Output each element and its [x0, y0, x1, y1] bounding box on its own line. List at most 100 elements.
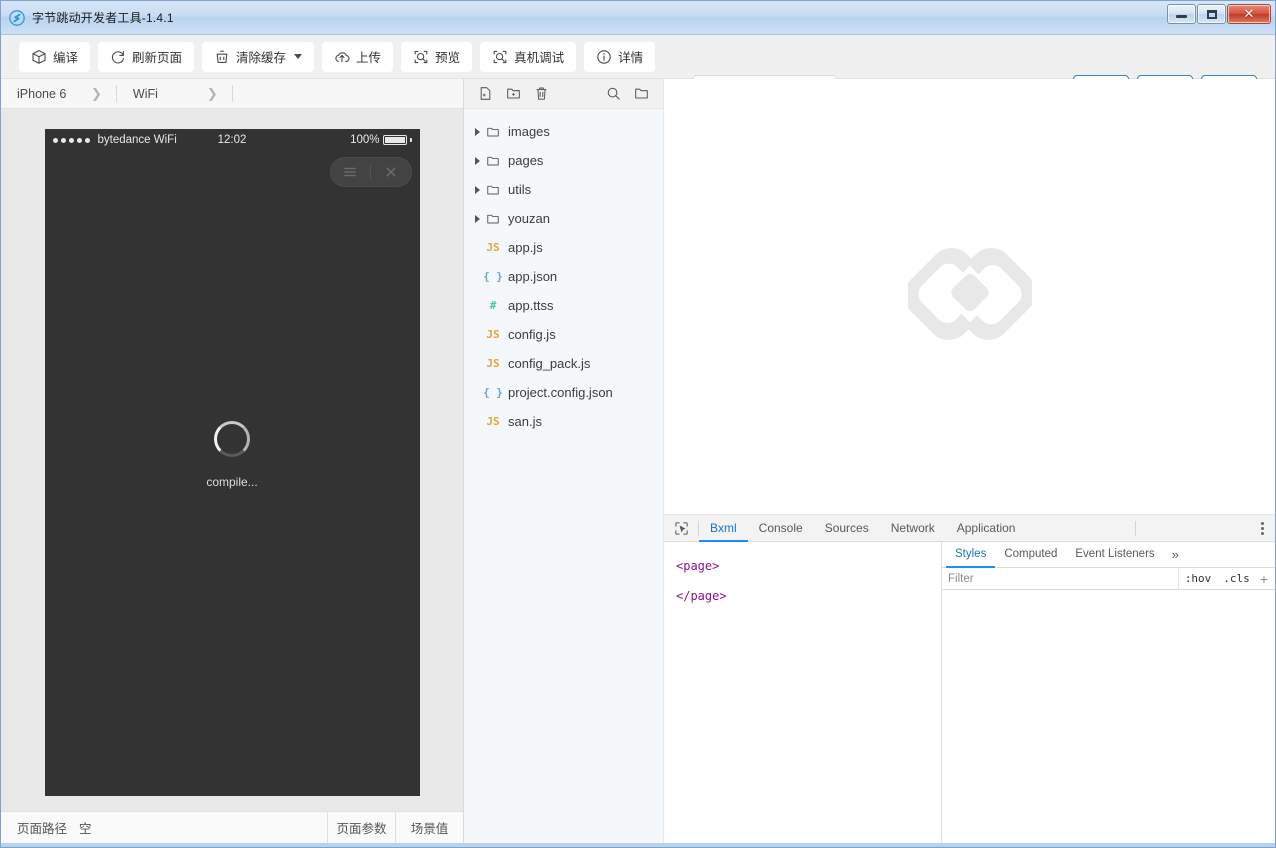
styles-tabbar: Styles Computed Event Listeners »	[942, 542, 1275, 568]
tree-item-app-ttss[interactable]: # app.ttss	[464, 291, 663, 320]
compile-button[interactable]: 编译	[19, 42, 90, 72]
new-folder-icon[interactable]	[506, 86, 521, 101]
expand-arrow-icon[interactable]	[471, 157, 483, 165]
device-select[interactable]: iPhone 6 ❯	[1, 79, 116, 108]
tree-item-config-js[interactable]: JS config.js	[464, 320, 663, 349]
tab-styles[interactable]: Styles	[946, 542, 995, 568]
simulator-panel: iPhone 6 ❯ WiFi ❯ bytedance WiFi	[1, 79, 464, 843]
battery-tip-icon	[410, 138, 412, 142]
maximize-button[interactable]	[1197, 4, 1226, 24]
tree-item-config-pack-js[interactable]: JS config_pack.js	[464, 349, 663, 378]
details-button[interactable]: 详情	[584, 42, 655, 72]
tree-item-label: app.json	[508, 269, 557, 284]
clear-cache-button-label: 清除缓存	[236, 47, 286, 66]
tree-item-label: config_pack.js	[508, 356, 590, 371]
clear-cache-button[interactable]: 清除缓存	[202, 42, 314, 72]
hov-toggle[interactable]: :hov	[1179, 572, 1218, 585]
network-select[interactable]: WiFi ❯	[117, 79, 232, 108]
tree-item-label: app.ttss	[508, 298, 554, 313]
divider	[1135, 521, 1136, 536]
minimize-button[interactable]	[1167, 4, 1196, 24]
window-title: 字节跳动开发者工具-1.4.1	[32, 9, 174, 26]
refresh-page-button[interactable]: 刷新页面	[98, 42, 194, 72]
tree-item-youzan[interactable]: youzan	[464, 204, 663, 233]
search-icon[interactable]	[606, 86, 621, 101]
js-file-icon: JS	[483, 241, 503, 254]
folder-icon	[483, 183, 503, 197]
more-vertical-icon[interactable]	[1249, 515, 1275, 541]
expand-arrow-icon[interactable]	[471, 128, 483, 136]
json-file-icon: { }	[483, 386, 503, 399]
tab-application[interactable]: Application	[946, 515, 1027, 542]
phone-viewport[interactable]: bytedance WiFi 12:02 100%	[45, 129, 420, 796]
dom-line[interactable]: </page>	[676, 581, 941, 611]
inspect-element-icon[interactable]	[664, 515, 698, 541]
code-editor-area[interactable]	[664, 79, 1275, 515]
styles-filter-bar: :hov .cls +	[942, 568, 1275, 590]
tree-item-label: app.js	[508, 240, 543, 255]
tab-sources[interactable]: Sources	[814, 515, 880, 542]
tree-item-project-config-json[interactable]: { } project.config.json	[464, 378, 663, 407]
cube-icon	[31, 49, 47, 65]
cls-toggle[interactable]: .cls	[1217, 572, 1256, 585]
simulator-footer: 页面路径 空 页面参数 场景值	[1, 811, 463, 843]
refresh-icon	[110, 49, 126, 65]
tree-item-label: utils	[508, 182, 531, 197]
battery-percent-label: 100%	[350, 134, 379, 146]
divider	[232, 85, 233, 102]
tab-computed[interactable]: Computed	[995, 542, 1066, 568]
details-button-label: 详情	[618, 47, 643, 66]
delete-icon[interactable]	[534, 86, 549, 101]
qrcode-scan-icon	[492, 49, 508, 65]
styles-panel: Styles Computed Event Listeners »	[942, 542, 1275, 843]
tab-application-label: Application	[957, 521, 1016, 535]
tab-console[interactable]: Console	[748, 515, 814, 542]
main-body: iPhone 6 ❯ WiFi ❯ bytedance WiFi	[1, 79, 1275, 843]
tab-console-label: Console	[759, 521, 803, 535]
devtools-panel: Bxml Console Sources Network Application	[664, 515, 1275, 843]
explorer-toolbar	[464, 79, 663, 109]
maximize-icon	[1207, 10, 1217, 19]
scene-value-button[interactable]: 场景值	[395, 812, 463, 843]
tab-event-listeners-label: Event Listeners	[1075, 548, 1154, 560]
dom-tree-view[interactable]: <page> </page>	[664, 542, 942, 843]
preview-button-label: 预览	[435, 47, 460, 66]
window-bottom-border	[1, 843, 1275, 847]
js-file-icon: JS	[483, 415, 503, 428]
tree-item-label: config.js	[508, 327, 556, 342]
tree-item-app-js[interactable]: JS app.js	[464, 233, 663, 262]
right-panel: Bxml Console Sources Network Application	[664, 79, 1275, 843]
tree-item-san-js[interactable]: JS san.js	[464, 407, 663, 436]
tree-item-images[interactable]: images	[464, 117, 663, 146]
page-params-button[interactable]: 页面参数	[327, 812, 395, 843]
open-folder-icon[interactable]	[634, 86, 649, 101]
expand-arrow-icon[interactable]	[471, 215, 483, 223]
dom-line[interactable]: <page>	[676, 551, 941, 581]
devtools-tabbar: Bxml Console Sources Network Application	[664, 515, 1275, 542]
chevron-double-right-icon[interactable]: »	[1164, 542, 1187, 567]
capsule-button[interactable]	[330, 157, 412, 187]
close-icon: ✕	[1244, 8, 1255, 21]
close-button[interactable]: ✕	[1227, 4, 1271, 24]
page-path-field[interactable]: 页面路径 空	[1, 812, 327, 843]
close-icon[interactable]	[371, 165, 411, 179]
plus-icon[interactable]: +	[1256, 572, 1275, 586]
tree-item-pages[interactable]: pages	[464, 146, 663, 175]
expand-arrow-icon[interactable]	[471, 186, 483, 194]
file-tree: images pages	[464, 109, 663, 843]
tab-event-listeners[interactable]: Event Listeners	[1066, 542, 1163, 568]
styles-filter-input[interactable]	[942, 568, 1179, 589]
hamburger-icon[interactable]	[331, 166, 371, 178]
new-file-icon[interactable]	[478, 86, 493, 101]
upload-button-label: 上传	[356, 47, 381, 66]
tree-item-utils[interactable]: utils	[464, 175, 663, 204]
real-device-debug-button[interactable]: 真机调试	[480, 42, 576, 72]
tab-bxml[interactable]: Bxml	[699, 515, 748, 542]
tree-item-app-json[interactable]: { } app.json	[464, 262, 663, 291]
tab-network[interactable]: Network	[880, 515, 946, 542]
main-toolbar: 编译 刷新页面 清	[1, 35, 1275, 79]
preview-button[interactable]: 预览	[401, 42, 472, 72]
upload-button[interactable]: 上传	[322, 42, 393, 72]
tab-computed-label: Computed	[1004, 548, 1057, 560]
refresh-page-button-label: 刷新页面	[132, 47, 182, 66]
